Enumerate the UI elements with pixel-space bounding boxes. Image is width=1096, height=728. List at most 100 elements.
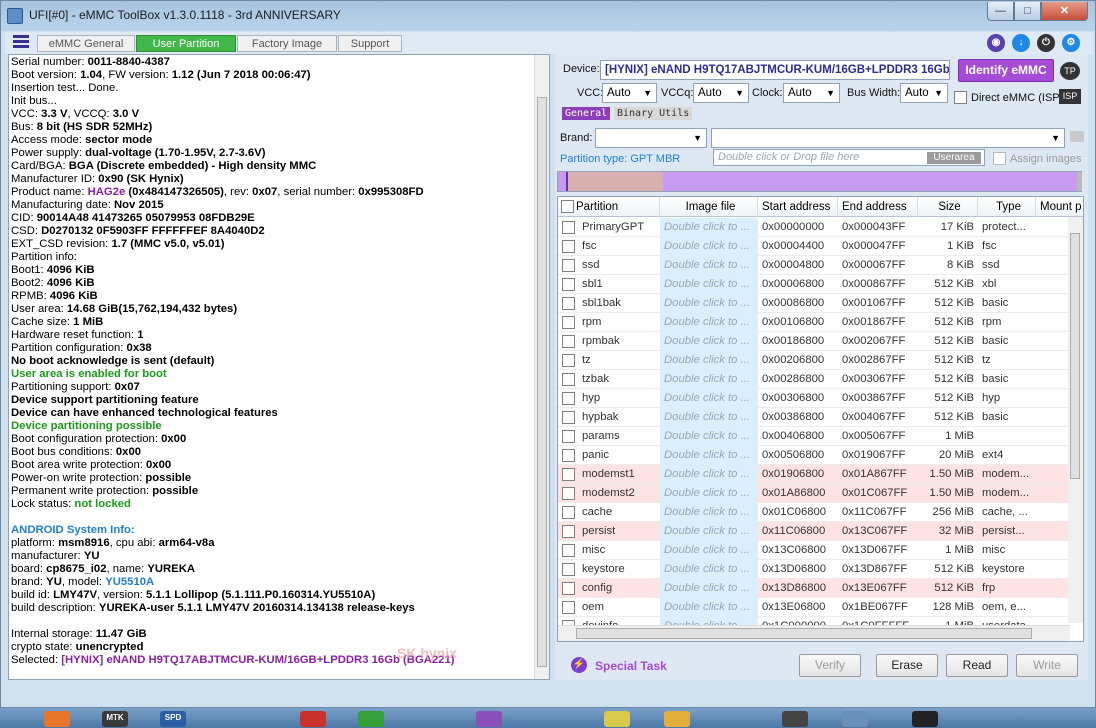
image-file-cell[interactable]: Double click to ... (660, 522, 758, 541)
image-file-cell[interactable]: Double click to ... (660, 484, 758, 503)
table-row[interactable]: misc Double click to ... 0x13C06800 0x13D06… (558, 541, 1068, 560)
table-row[interactable]: modemst2 Double click to ... 0x01A86800 0x0… (558, 484, 1068, 503)
table-row[interactable]: PrimaryGPT Double click to ... 0x00000000 0… (558, 218, 1068, 237)
image-file-cell[interactable]: Double click to ... (660, 389, 758, 408)
image-file-cell[interactable]: Double click to ... (660, 275, 758, 294)
partition-map-bar[interactable] (557, 171, 1082, 192)
image-file-cell[interactable]: Double click to ... (660, 256, 758, 275)
image-file-cell[interactable]: Double click to ... (660, 579, 758, 598)
table-row[interactable]: config Double click to ... 0x13D86800 0x13E… (558, 579, 1068, 598)
tab-user-partition[interactable]: User Partition (136, 35, 236, 52)
clock-select[interactable]: Auto ▼ (783, 83, 840, 103)
image-file-cell[interactable]: Double click to ... (660, 408, 758, 427)
image-file-cell[interactable]: Double click to ... (660, 446, 758, 465)
tab-emmc-general[interactable]: eMMC General (37, 35, 135, 52)
log-value: not locked (74, 498, 131, 510)
table-row[interactable]: panic Double click to ... 0x00506800 0x0190… (558, 446, 1068, 465)
tab-support[interactable]: Support (338, 35, 402, 52)
image-file-cell[interactable]: Double click to ... (660, 427, 758, 446)
select-all-checkbox[interactable] (561, 200, 574, 213)
firefox-icon[interactable] (44, 711, 70, 727)
header-partition[interactable]: Partition (558, 197, 660, 217)
erase-button[interactable]: Erase (876, 654, 938, 677)
close-button[interactable]: ✕ (1041, 2, 1088, 21)
brand-select[interactable]: ▼ (595, 128, 707, 148)
table-vertical-scrollbar[interactable] (1068, 217, 1083, 623)
verify-button[interactable]: Verify (799, 654, 861, 677)
table-row[interactable]: sbl1 Double click to ... 0x00006800 0x00086… (558, 275, 1068, 294)
image-file-cell[interactable]: Double click to ... (660, 465, 758, 484)
tab-factory-image[interactable]: Factory Image (237, 35, 337, 52)
device-field[interactable]: [HYNIX] eNAND H9TQ17ABJTMCUR-KUM/16GB+LP… (600, 60, 950, 80)
chip-icon[interactable] (782, 711, 808, 727)
subtab-binary-utils[interactable]: Binary Utils (614, 107, 693, 120)
mail-icon[interactable] (604, 711, 630, 727)
power-icon[interactable]: ⏻ (1037, 34, 1055, 52)
vcc-select[interactable]: Auto ▼ (602, 83, 657, 103)
image-file-cell[interactable]: Double click to ... (660, 541, 758, 560)
table-row[interactable]: oem Double click to ... 0x13E06800 0x1BE067… (558, 598, 1068, 617)
table-row[interactable]: rpm Double click to ... 0x00106800 0x001867… (558, 313, 1068, 332)
image-file-cell[interactable]: Double click to ... (660, 503, 758, 522)
mtk-icon[interactable]: MTK (102, 711, 128, 727)
log-scrollbar[interactable] (534, 55, 549, 679)
header-size[interactable]: Size (918, 197, 978, 217)
table-row[interactable]: hypbak Double click to ... 0x00386800 0x004… (558, 408, 1068, 427)
minimize-button[interactable]: — (987, 2, 1014, 21)
spd-icon[interactable]: SPD (160, 711, 186, 727)
image-file-cell[interactable]: Double click to ... (660, 294, 758, 313)
table-row[interactable]: hyp Double click to ... 0x00306800 0x003867… (558, 389, 1068, 408)
header-image-file[interactable]: Image file (660, 197, 758, 217)
table-row[interactable]: tzbak Double click to ... 0x00286800 0x0030… (558, 370, 1068, 389)
header-type[interactable]: Type (978, 197, 1036, 217)
userarea-button[interactable]: Userarea (927, 152, 981, 164)
model-select[interactable]: ▼ (711, 128, 1065, 148)
qq-icon[interactable] (912, 711, 938, 727)
assign-images-checkbox[interactable] (993, 152, 1006, 165)
image-file-cell[interactable]: Double click to ... (660, 332, 758, 351)
table-row[interactable]: cache Double click to ... 0x01C06800 0x11C0… (558, 503, 1068, 522)
identify-emmc-button[interactable]: Identify eMMC (958, 59, 1054, 82)
image-file-cell[interactable]: Double click to ... (660, 237, 758, 256)
subtab-general[interactable]: General (562, 107, 611, 120)
globe-icon[interactable]: ◉ (987, 34, 1005, 52)
folder-icon[interactable] (1070, 131, 1084, 142)
image-file-cell[interactable]: Double click to ... (660, 313, 758, 332)
direct-emmc-checkbox[interactable] (954, 91, 967, 104)
table-row[interactable]: fsc Double click to ... 0x00004400 0x000047… (558, 237, 1068, 256)
image-file-cell[interactable]: Double click to ... (660, 351, 758, 370)
special-task-link[interactable]: Special Task (595, 659, 667, 673)
vccq-select[interactable]: Auto ▼ (693, 83, 749, 103)
download-icon[interactable]: ↓ (1012, 34, 1030, 52)
read-button[interactable]: Read (946, 654, 1008, 677)
folder-icon[interactable] (664, 711, 690, 727)
image-file-cell[interactable]: Double click to ... (660, 370, 758, 389)
table-row[interactable]: tz Double click to ... 0x00206800 0x002867F… (558, 351, 1068, 370)
bus-width-select[interactable]: Auto ▼ (900, 83, 948, 103)
table-row[interactable]: rpmbak Double click to ... 0x00186800 0x002… (558, 332, 1068, 351)
header-end-address[interactable]: End address (838, 197, 918, 217)
window-icon[interactable] (842, 711, 868, 727)
table-row[interactable]: persist Double click to ... 0x11C06800 0x13… (558, 522, 1068, 541)
header-mount[interactable]: Mount p (1036, 197, 1083, 217)
menu-icon[interactable] (13, 35, 29, 51)
table-row[interactable]: params Double click to ... 0x00406800 0x005… (558, 427, 1068, 446)
table-row[interactable]: sbl1bak Double click to ... 0x00086800 0x00… (558, 294, 1068, 313)
table-row[interactable]: keystore Double click to ... 0x13D06800 0x1… (558, 560, 1068, 579)
play-icon[interactable] (358, 711, 384, 727)
write-button[interactable]: Write (1016, 654, 1078, 677)
header-start-address[interactable]: Start address (758, 197, 838, 217)
table-row[interactable]: ssd Double click to ... 0x00004800 0x000067… (558, 256, 1068, 275)
isp-icon[interactable]: ISP (1059, 89, 1081, 104)
table-horizontal-scrollbar[interactable] (558, 625, 1070, 641)
settings-icon[interactable]: ⚙ (1062, 34, 1080, 52)
maximize-button[interactable]: □ (1014, 2, 1041, 21)
image-file-cell[interactable]: Double click to ... (660, 218, 758, 237)
direct-emmc-label: Direct eMMC (ISP) (971, 92, 1064, 104)
tp-icon[interactable]: TP (1060, 62, 1080, 80)
tool-icon[interactable] (300, 711, 326, 727)
ufi-icon[interactable] (476, 711, 502, 727)
image-file-cell[interactable]: Double click to ... (660, 598, 758, 617)
image-file-cell[interactable]: Double click to ... (660, 560, 758, 579)
table-row[interactable]: modemst1 Double click to ... 0x01906800 0x0… (558, 465, 1068, 484)
